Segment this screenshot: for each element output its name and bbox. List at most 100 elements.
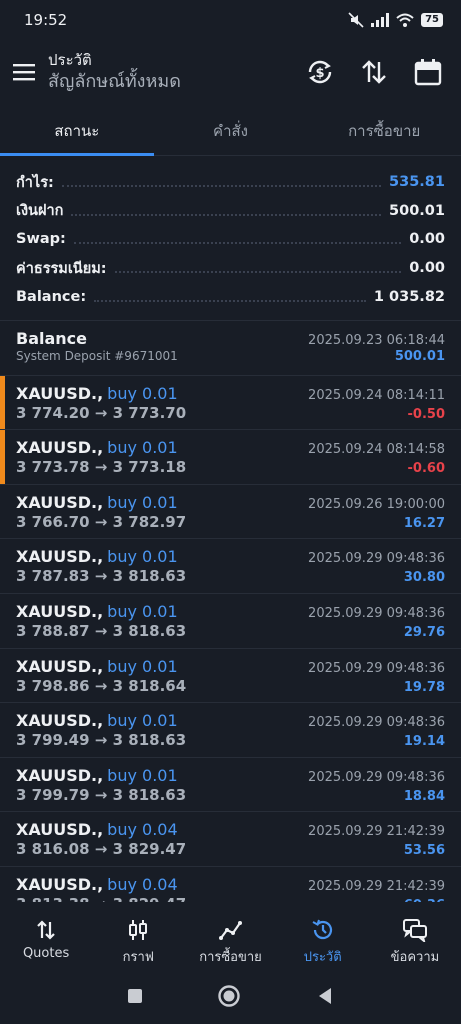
trade-row[interactable]: XAUUSD.,buy 0.04 2025.09.29 21:42:39 3 813… xyxy=(0,867,461,902)
summary-balance-row: Balance: 1 035.82 xyxy=(0,282,461,311)
trade-separator: , xyxy=(97,547,104,567)
trade-close-price: 3 818.63 xyxy=(112,567,187,586)
tab-deals[interactable]: การซื้อขาย xyxy=(307,108,461,155)
trade-close-price: 3 773.18 xyxy=(112,458,187,477)
trade-symbol: XAUUSD. xyxy=(16,438,98,458)
trade-profit: 19.14 xyxy=(403,734,445,750)
home-circle-icon[interactable] xyxy=(217,984,241,1008)
commission-label: ค่าธรรมเนียม: xyxy=(16,260,107,277)
back-triangle-icon[interactable] xyxy=(316,987,334,1005)
sort-button[interactable] xyxy=(355,53,393,91)
recents-square-icon[interactable] xyxy=(127,988,143,1004)
trade-row[interactable]: XAUUSD., buy 0.01 2025.09.29 09:48:36 3 788… xyxy=(0,594,461,649)
trade-close-price: 3 782.97 xyxy=(112,512,187,531)
nav-chart-label: กราฟ xyxy=(122,950,154,965)
trade-date: 2025.09.29 21:42:39 xyxy=(308,878,445,894)
trade-side: buy 0.01 xyxy=(107,492,178,512)
trade-date: 2025.09.29 21:42:39 xyxy=(308,824,445,840)
trade-profit: 16.27 xyxy=(403,515,445,531)
trade-profit: 19.78 xyxy=(403,679,445,695)
trade-open-price: 3 773.78 xyxy=(16,458,90,477)
tab-status[interactable]: สถานะ xyxy=(0,108,154,156)
trade-row[interactable]: XAUUSD., buy 0.01 2025.09.29 09:48:36 3 799… xyxy=(0,703,461,758)
page-title: ประวัติ xyxy=(48,50,92,69)
symbol-filter[interactable]: สัญลักษณ์ทั้งหมด xyxy=(48,70,301,94)
trade-open-price: 3 799.49 xyxy=(16,731,90,750)
deposit-value: 500.01 xyxy=(389,202,445,219)
trade-open-price: 3 787.83 xyxy=(16,567,90,586)
tab-orders[interactable]: คำสั่ง xyxy=(154,108,308,155)
trade-symbol: XAUUSD. xyxy=(16,656,98,676)
trade-separator: , xyxy=(97,601,104,621)
system-nav-bar xyxy=(0,968,461,1024)
trade-row[interactable]: XAUUSD., buy 0.01 2025.09.29 09:48:36 3 799… xyxy=(0,758,461,813)
trade-line-icon xyxy=(218,921,242,940)
trade-symbol: XAUUSD. xyxy=(16,492,98,512)
trade-open-price: 3 816.08 xyxy=(16,840,90,859)
currency-sync-button[interactable]: $ xyxy=(301,53,339,91)
trade-side: buy 0.04 xyxy=(107,820,178,840)
trade-row[interactable]: XAUUSD., buy 0.01 2025.09.26 19:00:00 3 766… xyxy=(0,485,461,540)
nav-history[interactable]: ประวัติ xyxy=(277,908,369,968)
balance-entry-amount: 500.01 xyxy=(394,349,445,364)
trade-symbol: XAUUSD. xyxy=(16,874,98,894)
summary-deposit-row: เงินฝาก 500.01 xyxy=(0,197,461,226)
nav-quotes-label: Quotes xyxy=(22,946,70,961)
nav-chart[interactable]: กราฟ xyxy=(92,908,184,968)
calendar-button[interactable] xyxy=(409,53,447,91)
trade-open-price: 3 766.70 xyxy=(16,512,90,531)
arrow-icon: → xyxy=(94,458,108,477)
quotes-arrows-icon xyxy=(37,920,55,940)
arrow-icon: → xyxy=(94,621,108,640)
status-time: 19:52 xyxy=(24,11,68,29)
account-summary: กำไร: 535.81 เงินฝาก 500.01 Swap: 0.00 ค… xyxy=(0,168,461,311)
trade-row[interactable]: XAUUSD., buy 0.01 2025.09.29 09:48:36 3 787… xyxy=(0,539,461,594)
messages-icon xyxy=(402,919,427,942)
trade-separator: , xyxy=(97,438,104,458)
trade-side: buy 0.01 xyxy=(107,711,178,731)
trade-date: 2025.09.24 08:14:58 xyxy=(308,442,445,458)
trade-symbol: XAUUSD. xyxy=(16,383,98,403)
arrow-icon: → xyxy=(94,840,108,859)
header-titles: ประวัติ สัญลักษณ์ทั้งหมด xyxy=(46,51,301,94)
trade-profit: 53.56 xyxy=(403,843,445,859)
trade-symbol: XAUUSD. xyxy=(16,601,98,621)
trade-row[interactable]: XAUUSD., buy 0.01 2025.09.24 08:14:11 3 774… xyxy=(0,375,461,431)
nav-trade[interactable]: การซื้อขาย xyxy=(184,908,276,968)
trade-row[interactable]: XAUUSD., buy 0.01 2025.09.29 09:48:36 3 798… xyxy=(0,649,461,704)
trade-profit: 18.84 xyxy=(403,788,445,804)
trade-separator: , xyxy=(97,492,104,512)
dotted-leader xyxy=(61,177,382,188)
trade-close-price: 3 829.47 xyxy=(113,895,187,902)
trade-row[interactable]: XAUUSD., buy 0.04 2025.09.29 21:42:39 3 816… xyxy=(0,812,461,867)
arrow-icon: → xyxy=(95,895,108,902)
arrow-icon: → xyxy=(94,785,108,804)
arrow-icon: → xyxy=(94,512,108,531)
profit-label: กำไร: xyxy=(16,174,54,191)
trade-row[interactable]: XAUUSD., buy 0.01 2025.09.24 08:14:58 3 773… xyxy=(0,430,461,485)
sort-arrows-icon xyxy=(362,60,386,84)
arrow-icon: → xyxy=(94,676,108,695)
svg-text:$: $ xyxy=(315,66,324,81)
candlestick-chart-icon xyxy=(129,920,148,940)
nav-messages[interactable]: ข้อความ xyxy=(369,908,461,968)
trade-profit: 30.80 xyxy=(403,570,445,586)
swap-label: Swap: xyxy=(16,231,66,248)
balance-entry[interactable]: Balance 2025.09.23 06:18:44 System Depos… xyxy=(0,321,461,376)
trade-profit: 29.76 xyxy=(403,624,445,640)
nav-trade-label: การซื้อขาย xyxy=(199,950,262,965)
trade-close-price: 3 818.63 xyxy=(112,731,187,750)
currency-sync-icon: $ xyxy=(308,60,332,84)
trade-close-price: 3 773.70 xyxy=(112,403,187,422)
nav-quotes[interactable]: Quotes xyxy=(0,908,92,968)
history-list[interactable]: Balance 2025.09.23 06:18:44 System Depos… xyxy=(0,320,461,902)
trade-separator: , xyxy=(97,656,104,676)
trade-close-price: 3 818.63 xyxy=(112,621,187,640)
trade-open-price: 3 798.86 xyxy=(16,676,90,695)
battery-indicator: 75 xyxy=(421,13,443,27)
menu-button[interactable] xyxy=(2,44,46,100)
summary-profit-row: กำไร: 535.81 xyxy=(0,168,461,197)
commission-value: 0.00 xyxy=(409,260,445,277)
appbar-actions: $ xyxy=(301,53,461,91)
dotted-leader xyxy=(73,234,402,245)
